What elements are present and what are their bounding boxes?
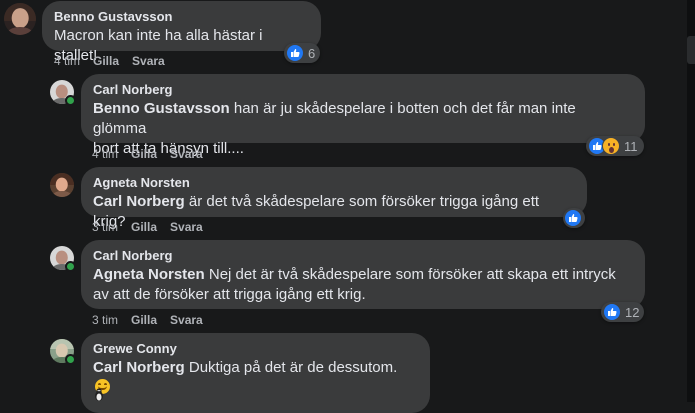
comment-author[interactable]: Agneta Norsten [93,175,575,191]
comment-text-line: av att de försöker att trigga igång ett … [93,286,366,303]
comment-bubble: Agneta Norsten Carl Norberg är det två s… [81,167,587,230]
avatar[interactable] [4,3,36,35]
avatar-face [55,177,69,192]
like-icon [564,209,582,227]
like-icon [603,303,621,321]
avatar-face [11,8,29,29]
avatar-body [51,191,73,197]
online-status-indicator [65,95,76,106]
reaction-count: 6 [308,45,316,61]
comment-text-line: Duktiga på det är de dessutom. [184,359,398,376]
mention-link[interactable]: Agneta Norsten [93,266,205,283]
comment-text-line: Nej det är två skådespelare som försöker… [204,266,616,283]
scrollbar-track[interactable] [687,0,695,402]
reply-button[interactable]: Svara [170,313,203,327]
comment-timestamp[interactable]: 4 tim [92,147,118,161]
reaction-count: 11 [624,138,638,154]
mention-link[interactable]: Carl Norberg [93,193,185,210]
like-button[interactable]: Gilla [131,147,157,161]
comment-actions: 3 tim Gilla Svara [92,219,216,235]
mention-link[interactable]: Carl Norberg [93,359,185,376]
reply-button[interactable]: Svara [170,220,203,234]
comment-timestamp[interactable]: 3 tim [92,313,118,327]
wow-icon [602,137,620,155]
comment-bubble: Carl Norberg Agneta Norsten Nej det är t… [81,240,645,309]
reaction-count: 12 [625,304,640,320]
penguin-icon [94,388,104,401]
comment-bubble: Grewe Conny Carl Norberg Duktiga på det … [81,333,430,413]
reply-button[interactable]: Svara [170,147,203,161]
comment-author[interactable]: Benno Gustavsson [54,9,309,25]
comment-actions: 4 tim Gilla Svara [92,146,216,162]
avatar[interactable] [50,173,74,197]
comment-actions: 4 tim Gilla Svara [54,53,178,69]
comment-author[interactable]: Grewe Conny [93,341,418,357]
reaction-summary[interactable]: 12 [601,302,644,322]
comment-bubble: Benno Gustavsson Macron kan inte ha alla… [42,1,321,64]
like-button[interactable]: Gilla [93,54,119,68]
comment-timestamp[interactable]: 3 tim [92,220,118,234]
comment-timestamp[interactable]: 4 tim [54,54,80,68]
reaction-summary[interactable]: 6 [284,43,320,63]
like-button[interactable]: Gilla [131,220,157,234]
comment-bubble: Carl Norberg Benno Gustavsson han är ju … [81,74,645,157]
comment-text: Carl Norberg Duktiga på det är de dessut… [93,358,418,398]
mention-link[interactable]: Benno Gustavsson [93,100,230,117]
reaction-summary[interactable]: 11 [586,136,644,156]
comment-actions: 3 tim Gilla Svara [92,312,216,328]
scrollbar-thumb[interactable] [687,36,695,64]
online-status-indicator [65,261,76,272]
reaction-summary[interactable] [563,208,585,228]
avatar-body [6,27,34,35]
comment-text: Agneta Norsten Nej det är två skådespela… [93,265,633,305]
reply-button[interactable]: Svara [132,54,165,68]
comment-author[interactable]: Carl Norberg [93,82,633,98]
like-button[interactable]: Gilla [131,313,157,327]
like-icon [286,44,304,62]
comment-author[interactable]: Carl Norberg [93,248,633,264]
online-status-indicator [65,354,76,365]
